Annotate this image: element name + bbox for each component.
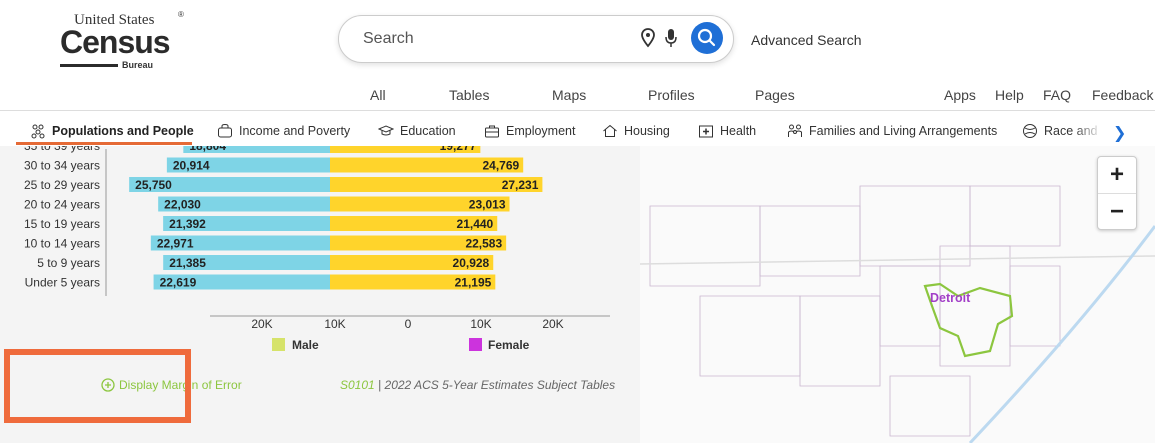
category-label: 20 to 24 years: [24, 198, 100, 212]
map-panel[interactable]: [639, 146, 1155, 443]
x-tick-label: 20K: [542, 317, 563, 331]
bar-female-value: 23,013: [469, 198, 506, 212]
topic-label: Education: [400, 124, 456, 138]
topic-race[interactable]: Race and: [1022, 123, 1098, 139]
people-icon: [31, 124, 45, 139]
topic-families-and-living-arrangements[interactable]: Families and Living Arrangements: [787, 123, 997, 139]
x-tick-label: 0: [405, 317, 412, 331]
tab-all[interactable]: All: [370, 87, 386, 103]
medical-icon: [699, 125, 713, 138]
logo-bottom-text: Bureau: [122, 60, 154, 70]
topic-education[interactable]: Education: [378, 123, 456, 139]
topic-housing[interactable]: Housing: [602, 123, 670, 139]
topic-label: Income and Poverty: [239, 124, 351, 138]
category-label: 5 to 9 years: [37, 256, 100, 270]
bar-male-value: 22,030: [164, 198, 201, 212]
map-label-detroit: Detroit: [930, 291, 971, 305]
apps-link[interactable]: Apps: [944, 87, 976, 103]
bar-female-value: 20,928: [453, 256, 490, 270]
tab-tables[interactable]: Tables: [449, 87, 489, 103]
highlight-box: [4, 349, 191, 423]
bar-female-value: 24,769: [482, 159, 519, 173]
topic-income-and-poverty[interactable]: Income and Poverty: [217, 123, 350, 139]
category-label: 10 to 14 years: [24, 237, 100, 251]
feedback-link[interactable]: Feedback: [1092, 87, 1153, 103]
topic-label: Employment: [506, 124, 576, 138]
bar-female-value: 22,583: [465, 237, 502, 251]
map-zoom-controls: + −: [1097, 156, 1137, 230]
zoom-out-button[interactable]: −: [1098, 194, 1136, 230]
bar-male-value: 21,385: [169, 256, 206, 270]
bar-male-value: 20,914: [173, 159, 210, 173]
category-label: 25 to 29 years: [24, 178, 100, 192]
search-button[interactable]: [691, 22, 723, 54]
category-label: 30 to 34 years: [24, 159, 100, 173]
census-logo[interactable]: United States ® Census Bureau: [60, 8, 184, 70]
source-table-code[interactable]: S0101: [340, 378, 375, 392]
search-icon: [697, 28, 716, 47]
category-label: 15 to 19 years: [24, 217, 100, 231]
site-header: United States ® Census Bureau Advanced S…: [0, 0, 1155, 111]
location-pin-icon[interactable]: [641, 28, 655, 48]
category-label: 35 to 39 years: [24, 146, 100, 153]
bar-male-value: 22,971: [157, 237, 194, 251]
topic-label: Health: [720, 124, 757, 138]
map-canvas: [639, 185, 1155, 443]
logo-underline: [60, 64, 118, 67]
briefcase-icon: [485, 125, 499, 138]
topic-populations-and-people[interactable]: Populations and People: [30, 123, 194, 139]
logo-main-text: Census: [60, 24, 171, 60]
faq-link[interactable]: FAQ: [1043, 87, 1071, 103]
x-tick-label: 20K: [251, 317, 272, 331]
bar-male-value: 25,750: [135, 178, 172, 192]
active-topic-indicator: [16, 142, 192, 145]
tab-maps[interactable]: Maps: [552, 87, 586, 103]
help-link[interactable]: Help: [995, 87, 1024, 103]
bar-male-value: 21,392: [169, 217, 206, 231]
x-tick-label: 10K: [470, 317, 491, 331]
bar-male-value: 18,804: [189, 146, 226, 153]
zoom-in-button[interactable]: +: [1098, 157, 1136, 194]
wallet-icon: [218, 123, 232, 138]
advanced-search-link[interactable]: Advanced Search: [751, 32, 862, 48]
tab-profiles[interactable]: Profiles: [648, 87, 695, 103]
table-source: S0101 | 2022 ACS 5-Year Estimates Subjec…: [340, 378, 615, 392]
logo-registered-mark: ®: [178, 10, 184, 19]
microphone-icon[interactable]: [665, 28, 677, 48]
topic-label: Families and Living Arrangements: [809, 124, 998, 138]
graduation-cap-icon: [378, 125, 394, 136]
x-tick-label: 10K: [324, 317, 345, 331]
topic-label: Race and: [1044, 124, 1098, 138]
legend-female-swatch: [469, 338, 482, 351]
search-bar: [338, 15, 734, 63]
legend-female-label: Female: [488, 338, 530, 352]
bar-female-value: 21,440: [457, 217, 494, 231]
source-text: 2022 ACS 5-Year Estimates Subject Tables: [384, 378, 616, 392]
topic-label: Housing: [624, 124, 670, 138]
result-type-tabs: All Tables Maps Profiles Pages Apps Help…: [0, 87, 1155, 107]
bar-female-value: 19,277: [440, 146, 477, 153]
family-icon: [788, 124, 802, 137]
race-icon: [1023, 124, 1037, 138]
house-icon: [603, 124, 617, 137]
bar-female-value: 21,195: [455, 276, 492, 290]
bar-female-value: 27,231: [502, 178, 539, 192]
tab-pages[interactable]: Pages: [755, 87, 795, 103]
search-input[interactable]: [361, 29, 595, 49]
legend-male-swatch: [272, 338, 285, 351]
topic-employment[interactable]: Employment: [484, 123, 575, 139]
bar-male-value: 22,619: [160, 276, 197, 290]
legend-male-label: Male: [292, 338, 319, 352]
category-label: Under 5 years: [25, 276, 100, 290]
topic-label: Populations and People: [52, 124, 194, 138]
topic-health[interactable]: Health: [698, 123, 756, 139]
chevron-right-icon[interactable]: ❯: [1113, 123, 1126, 143]
source-separator: |: [378, 378, 382, 392]
